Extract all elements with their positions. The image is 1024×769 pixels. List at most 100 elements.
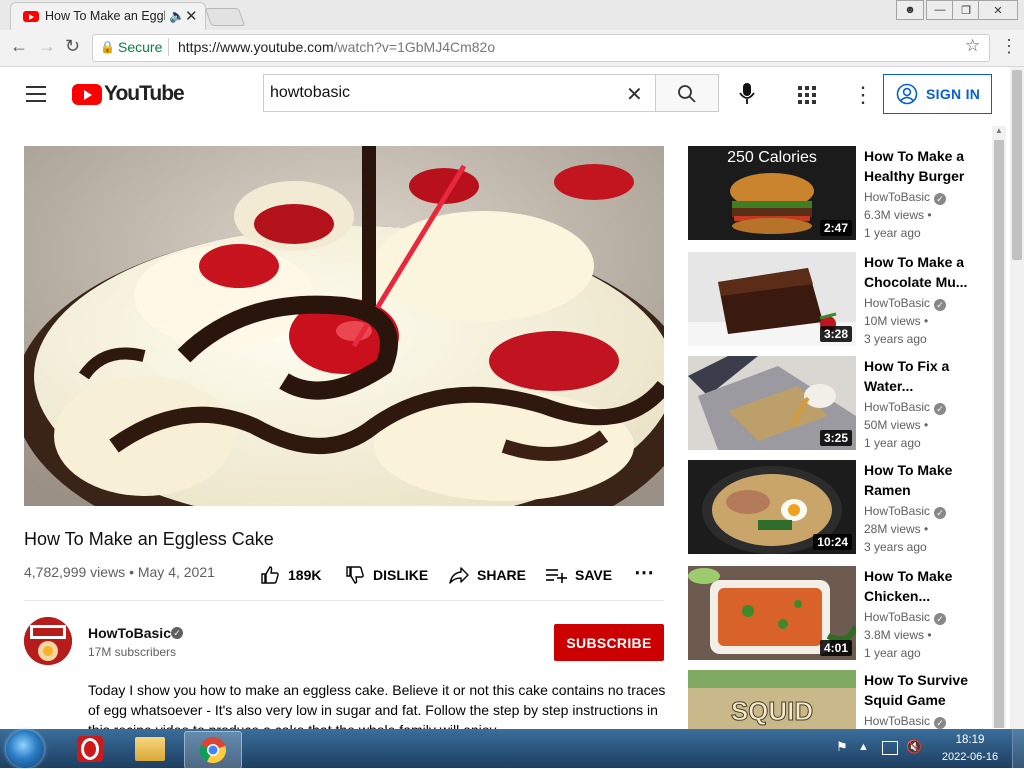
recommendation-item[interactable]: 3:25 How To Fix a Water... HowToBasic ✓ 5… <box>688 356 988 452</box>
video-thumbnail[interactable]: SQUID <box>688 670 856 729</box>
back-arrow-icon[interactable]: ← <box>10 36 28 57</box>
video-thumbnail[interactable]: 4:01 <box>688 566 856 660</box>
restore-button[interactable]: ❐ <box>952 0 980 20</box>
recommendation-age: 3 years ago <box>864 540 927 554</box>
recommendation-item[interactable]: SQUID How To Survive Squid Game HowToBas… <box>688 670 988 729</box>
clock-time[interactable]: 18:19 <box>950 734 990 746</box>
recommendation-title[interactable]: How To Survive Squid Game <box>864 670 976 710</box>
video-player[interactable] <box>24 146 664 506</box>
recommendation-views: 6.3M views • <box>864 208 932 222</box>
browser-tab[interactable]: How To Make an Eggl 🔈 ✕ <box>10 2 206 31</box>
save-button[interactable]: SAVE <box>545 565 612 585</box>
recommendation-age: 1 year ago <box>864 646 921 660</box>
video-duration: 3:28 <box>819 326 852 342</box>
recommendation-title[interactable]: How To Make a Healthy Burger <box>864 146 976 186</box>
page-scrollbar-thumb[interactable] <box>1012 70 1022 260</box>
recommendation-channel[interactable]: HowToBasic ✓ <box>864 610 947 625</box>
action-center-flag-icon[interactable]: ⚑ <box>836 739 848 755</box>
close-window-button[interactable]: ✕ <box>978 0 1018 20</box>
sign-in-button[interactable]: SIGN IN <box>883 74 992 114</box>
taskbar-opera[interactable] <box>62 731 118 767</box>
account-icon <box>896 83 918 105</box>
show-desktop-button[interactable] <box>1012 729 1024 768</box>
search-input[interactable] <box>270 76 610 110</box>
recommendation-age: 1 year ago <box>864 436 921 450</box>
reload-icon[interactable]: ↻ <box>65 36 80 57</box>
network-icon[interactable] <box>882 741 898 755</box>
url-text[interactable]: https://www.youtube.com/watch?v=1GbMJ4Cm… <box>178 39 495 55</box>
thumbnail-overlay-text: 250 Calories <box>727 149 817 166</box>
profile-icon[interactable]: ☻ <box>896 0 924 20</box>
tray-arrow-icon[interactable]: ▲ <box>858 741 869 753</box>
recommendation-title[interactable]: How To Fix a Water... <box>864 356 976 396</box>
clear-search-icon[interactable]: ✕ <box>626 82 643 107</box>
video-duration: 2:47 <box>819 220 852 236</box>
volume-muted-icon[interactable]: 🔇 <box>906 739 922 755</box>
recommendation-channel[interactable]: HowToBasic ✓ <box>864 296 947 311</box>
video-description: Today I show you how to make an eggless … <box>88 682 666 730</box>
like-button[interactable]: 189K <box>260 565 321 585</box>
video-thumbnail[interactable]: 10:24 <box>688 460 856 554</box>
recommendation-item[interactable]: 250 Calories 2:47 How To Make a Healthy … <box>688 146 988 242</box>
lock-icon: 🔒 <box>100 40 115 54</box>
recommendation-title[interactable]: How To Make a Chocolate Mu... <box>864 252 976 292</box>
channel-label: HowToBasic <box>864 296 931 310</box>
recommendation-item[interactable]: 10:24 How To Make Ramen HowToBasic ✓ 28M … <box>688 460 988 556</box>
video-views-date: 4,782,999 views • May 4, 2021 <box>24 564 215 580</box>
channel-label: HowToBasic <box>864 610 931 624</box>
recommendation-channel[interactable]: HowToBasic ✓ <box>864 400 947 415</box>
thumbs-down-icon <box>346 566 364 584</box>
microphone-icon[interactable] <box>739 82 755 106</box>
clock-date[interactable]: 2022-06-16 <box>938 751 1002 763</box>
dislike-button[interactable]: DISLIKE <box>345 565 428 585</box>
channel-name[interactable]: HowToBasic <box>88 625 171 641</box>
like-count: 189K <box>288 567 322 583</box>
channel-label: HowToBasic <box>864 400 931 414</box>
scroll-up-arrow-icon[interactable]: ▲ <box>995 126 1003 135</box>
tab-close-icon[interactable]: ✕ <box>185 7 198 25</box>
recommendation-views: 10M views • <box>864 314 929 328</box>
taskbar-file-explorer[interactable] <box>122 731 178 767</box>
recommendation-channel[interactable]: HowToBasic ✓ <box>864 714 947 729</box>
recommendation-title[interactable]: How To Make Ramen <box>864 460 976 500</box>
recommendation-channel[interactable]: HowToBasic ✓ <box>864 504 947 519</box>
share-arrow-icon <box>449 567 469 584</box>
settings-more-icon[interactable]: ⋮ <box>852 82 874 108</box>
verified-check-icon: ✓ <box>171 627 183 639</box>
sidebar-scrollbar-thumb[interactable] <box>994 140 1004 728</box>
howtobasic-logo-icon <box>24 617 72 665</box>
taskbar-chrome[interactable] <box>184 731 242 769</box>
video-thumbnail[interactable]: 3:25 <box>688 356 856 450</box>
search-icon <box>678 85 696 103</box>
bookmark-star-icon[interactable]: ☆ <box>965 36 980 56</box>
recommendation-views: 28M views • <box>864 522 929 536</box>
recommendation-item[interactable]: 4:01 How To Make Chicken... HowToBasic ✓ … <box>688 566 988 662</box>
recommendation-title[interactable]: How To Make Chicken... <box>864 566 976 606</box>
forward-arrow-icon[interactable]: → <box>38 36 56 57</box>
recommendation-channel[interactable]: HowToBasic ✓ <box>864 190 947 205</box>
browser-menu-icon[interactable]: ⋮ <box>1000 36 1018 57</box>
url-path: /watch?v=1GbMJ4Cm82o <box>333 39 496 55</box>
verified-check-icon: ✓ <box>934 613 947 625</box>
speaker-icon[interactable]: 🔈 <box>169 8 185 24</box>
hamburger-menu-icon[interactable] <box>26 86 46 107</box>
verified-check-icon: ✓ <box>934 507 947 519</box>
share-label: SHARE <box>477 567 527 583</box>
share-button[interactable]: SHARE <box>449 565 526 585</box>
recommendation-age: 1 year ago <box>864 226 921 240</box>
video-thumbnail[interactable]: 3:28 <box>688 252 856 346</box>
search-button[interactable] <box>655 74 719 112</box>
recommendation-views: 3.8M views • <box>864 628 932 642</box>
start-button-windows-icon[interactable] <box>6 730 44 768</box>
more-actions-icon[interactable]: ⋯ <box>634 560 654 585</box>
new-tab-button[interactable] <box>204 8 246 26</box>
youtube-logo-icon[interactable] <box>72 84 102 105</box>
subscribe-button[interactable]: SUBSCRIBE <box>554 624 664 661</box>
youtube-logo-text[interactable]: YouTube <box>104 82 185 106</box>
channel-avatar[interactable] <box>24 617 72 665</box>
apps-grid-icon[interactable] <box>798 86 816 104</box>
video-thumbnail[interactable]: 250 Calories 2:47 <box>688 146 856 240</box>
video-duration: 4:01 <box>819 640 852 656</box>
recommendation-item[interactable]: 3:28 How To Make a Chocolate Mu... HowTo… <box>688 252 988 348</box>
minimize-button[interactable]: — <box>926 0 954 20</box>
